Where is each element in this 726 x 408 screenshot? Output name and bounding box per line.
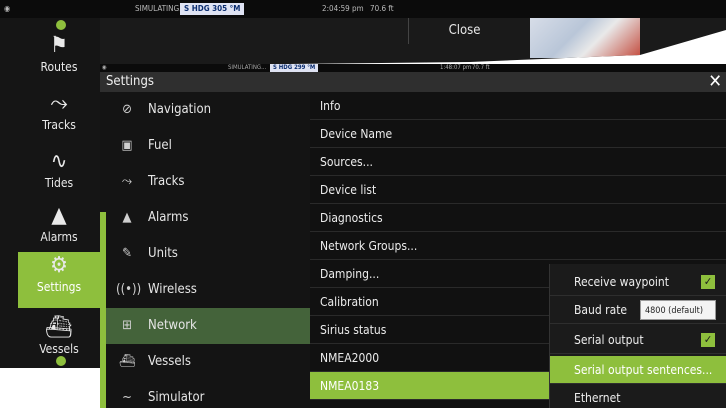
wireless-icon: ((•)) bbox=[116, 282, 142, 297]
sidebar: ⚑ Routes ⤳ Tracks ∿ Tides ▲ Alarms ⚙ Set… bbox=[0, 18, 100, 368]
sidebar-item-routes[interactable]: ⚑ Routes bbox=[18, 32, 100, 88]
routes-icon: ⚑ bbox=[50, 33, 68, 58]
dialog-title: Settings bbox=[106, 74, 154, 89]
ethernet-item[interactable]: Ethernet bbox=[550, 384, 726, 408]
sidebar-item-label: Settings bbox=[36, 280, 82, 294]
status-bar: ◉ SIMULATING... S HDG 305 °M 2:04:59 pm … bbox=[0, 0, 726, 18]
serial-output-checkbox[interactable]: ✓ bbox=[701, 333, 715, 347]
menu-item-label: Alarms bbox=[148, 210, 189, 225]
vessel-icon: ⛴ bbox=[118, 354, 136, 369]
sidebar-item-label: Alarms bbox=[40, 230, 78, 244]
gear-icon: ⚙ bbox=[50, 253, 68, 278]
chart-thumbnail[interactable] bbox=[530, 18, 640, 58]
baud-rate-label: Baud rate bbox=[574, 303, 628, 317]
compass-icon: ⊘ bbox=[122, 102, 132, 117]
menu-item-fuel[interactable]: ▣ Fuel bbox=[106, 128, 310, 164]
settings-category-menu: ⊘ Navigation ▣ Fuel ⤳ Tracks ▲ Alarms ✎ Units… bbox=[100, 92, 310, 408]
menu-item-label: Units bbox=[148, 246, 178, 261]
menu-item-label: Wireless bbox=[148, 282, 197, 297]
status-bar: ◉ SIMULATING... S HDG 299 °M 1:48:07 pm … bbox=[100, 64, 726, 72]
depth-readout: 70.7 ft bbox=[472, 64, 490, 71]
menu-item-navigation[interactable]: ⊘ Navigation bbox=[106, 92, 310, 128]
receive-waypoint-checkbox[interactable]: ✓ bbox=[701, 275, 715, 289]
list-item-network-groups[interactable]: Network Groups... bbox=[310, 232, 726, 260]
menu-item-label: Fuel bbox=[148, 138, 172, 153]
dialog-titlebar: Settings ✕ bbox=[100, 72, 726, 92]
simulator-icon: ~ bbox=[122, 390, 132, 405]
pencil-icon: ✎ bbox=[122, 246, 132, 261]
heading-badge: S HDG 299 °M bbox=[270, 64, 319, 72]
heading-badge: S HDG 305 °M bbox=[180, 3, 245, 15]
depth-readout: 70.6 ft bbox=[370, 4, 394, 13]
list-item-device-name[interactable]: Device Name bbox=[310, 120, 726, 148]
baud-rate-row: Baud rate 4800 (default) bbox=[550, 296, 726, 324]
network-icon: ⊞ bbox=[122, 318, 132, 333]
serial-output-row[interactable]: Serial output ✓ bbox=[550, 326, 726, 354]
serial-output-label: Serial output bbox=[574, 333, 644, 347]
menu-item-label: Network bbox=[148, 318, 197, 333]
menu-item-alarms[interactable]: ▲ Alarms bbox=[106, 200, 310, 236]
list-item-device-list[interactable]: Device list bbox=[310, 176, 726, 204]
receive-waypoint-row[interactable]: Receive waypoint ✓ bbox=[550, 268, 726, 296]
fuel-icon: ▣ bbox=[121, 138, 133, 153]
simulating-label: SIMULATING... bbox=[135, 4, 186, 13]
sidebar-item-tides[interactable]: ∿ Tides bbox=[18, 148, 100, 204]
menu-item-label: Navigation bbox=[148, 102, 212, 117]
tracks-icon: ⤳ bbox=[121, 174, 133, 189]
nmea0183-submenu: Receive waypoint ✓ Baud rate 4800 (defau… bbox=[549, 264, 726, 408]
wifi-icon: ◉ bbox=[4, 4, 11, 13]
time-readout: 2:04:59 pm bbox=[322, 4, 364, 13]
time-readout: 1:48:07 pm bbox=[440, 64, 472, 71]
tracks-icon: ⤳ bbox=[50, 91, 68, 116]
simulating-label: SIMULATING... bbox=[228, 64, 267, 71]
sidebar-item-tracks[interactable]: ⤳ Tracks bbox=[18, 90, 100, 146]
tides-icon: ∿ bbox=[50, 149, 68, 174]
menu-item-network[interactable]: ⊞ Network bbox=[106, 308, 310, 344]
scroll-up-icon[interactable] bbox=[56, 20, 66, 30]
list-item-info[interactable]: Info bbox=[310, 92, 726, 120]
sidebar-item-label: Tracks bbox=[42, 118, 76, 132]
menu-item-label: Simulator bbox=[148, 390, 205, 405]
wifi-icon: ◉ bbox=[102, 64, 107, 71]
bell-icon: ▲ bbox=[51, 203, 67, 228]
serial-output-sentences-item[interactable]: Serial output sentences... bbox=[550, 356, 726, 384]
menu-item-wireless[interactable]: ((•)) Wireless bbox=[106, 272, 310, 308]
sidebar-item-label: Tides bbox=[44, 176, 74, 190]
menu-item-label: Tracks bbox=[148, 174, 185, 189]
scroll-down-icon[interactable] bbox=[56, 356, 66, 366]
close-icon[interactable]: ✕ bbox=[708, 72, 722, 92]
sidebar-item-label: Vessels bbox=[39, 342, 79, 356]
menu-item-units[interactable]: ✎ Units bbox=[106, 236, 310, 272]
screen: ◉ SIMULATING... S HDG 305 °M 2:04:59 pm … bbox=[0, 0, 726, 408]
vessel-icon: ⛴ bbox=[45, 315, 73, 340]
bell-icon: ▲ bbox=[122, 210, 132, 225]
sidebar-item-label: Routes bbox=[40, 60, 78, 74]
list-item-diagnostics[interactable]: Diagnostics bbox=[310, 204, 726, 232]
sidebar-item-alarms[interactable]: ▲ Alarms bbox=[18, 202, 100, 258]
menu-item-simulator[interactable]: ~ Simulator bbox=[106, 380, 310, 408]
menu-item-label: Vessels bbox=[148, 354, 191, 369]
baud-rate-select[interactable]: 4800 (default) bbox=[640, 300, 716, 320]
menu-item-vessels[interactable]: ⛴ Vessels bbox=[106, 344, 310, 380]
close-button[interactable]: Close bbox=[408, 18, 520, 44]
sidebar-item-settings[interactable]: ⚙ Settings bbox=[18, 252, 100, 308]
receive-waypoint-label: Receive waypoint bbox=[574, 275, 670, 289]
menu-item-tracks[interactable]: ⤳ Tracks bbox=[106, 164, 310, 200]
list-item-sources[interactable]: Sources... bbox=[310, 148, 726, 176]
